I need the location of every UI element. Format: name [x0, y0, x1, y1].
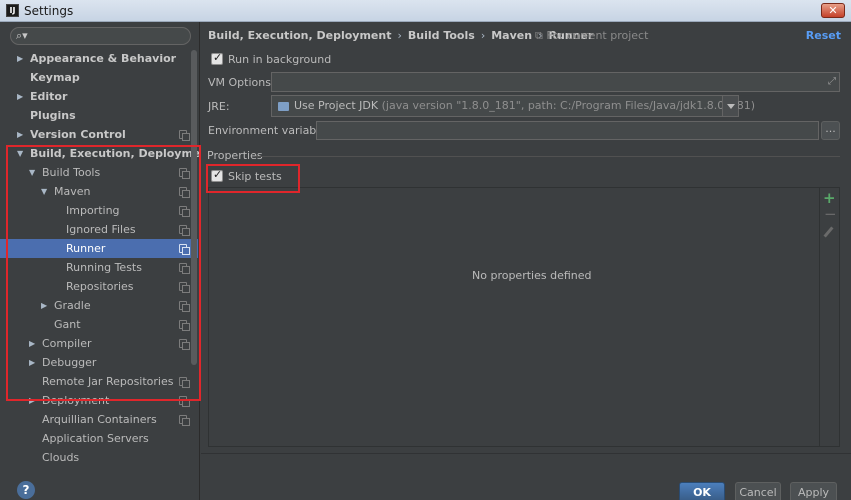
breadcrumb-item: Build Tools — [407, 29, 475, 42]
edit-icon[interactable] — [823, 226, 835, 238]
expand-icon[interactable]: ⤢ — [828, 76, 836, 87]
ok-button[interactable]: OK — [679, 482, 725, 500]
search-input[interactable] — [31, 29, 186, 43]
settings-main-panel: Build, Execution, Deployment › Build Tools… — [201, 22, 851, 500]
sidebar-item-label: Arquillian Containers — [42, 413, 157, 426]
highlight-box-skip-tests — [206, 164, 300, 193]
project-scope-icon: ⧉ — [535, 29, 547, 42]
properties-divider — [255, 156, 840, 157]
sidebar-item-label: Clouds — [42, 451, 80, 464]
jre-dropdown[interactable]: Use Project JDK (java version "1.8.0_181… — [271, 95, 755, 117]
project-scope-icon — [179, 415, 190, 426]
breadcrumb-separator: › — [480, 29, 486, 42]
remove-icon[interactable]: − — [824, 205, 837, 223]
for-current-project-note: ⧉ For current project — [535, 29, 648, 43]
sidebar-item-label: Keymap — [30, 71, 80, 84]
jre-label: JRE: — [208, 100, 230, 113]
environment-variables-field[interactable] — [316, 121, 819, 140]
breadcrumb-separator: › — [397, 29, 402, 42]
jre-sub-text: (java version "1.8.0_181", path: C:/Prog… — [378, 99, 756, 112]
properties-table[interactable]: No properties defined — [208, 187, 820, 447]
collapsed-arrow-icon[interactable]: ▶ — [17, 87, 27, 106]
jre-main-text: Use Project JDK — [294, 99, 379, 112]
for-current-project-label: For current project — [546, 29, 649, 42]
sidebar-item-version-control[interactable]: ▶ Version Control — [0, 125, 198, 144]
sidebar-item-label: Appearance & Behavior — [30, 52, 177, 65]
jre-selected-value: Use Project JDK (java version "1.8.0_181… — [294, 99, 755, 112]
properties-toolbar: + − — [820, 187, 840, 447]
collapsed-arrow-icon[interactable]: ▶ — [17, 125, 27, 144]
window-title: Settings — [24, 4, 74, 18]
sidebar-item-label: Plugins — [30, 109, 76, 122]
reset-link[interactable]: Reset — [806, 29, 841, 42]
breadcrumb-item: Build, Execution, Deployment — [208, 29, 392, 42]
sidebar-item-arquillian-containers[interactable]: Arquillian Containers — [0, 410, 198, 429]
breadcrumb-item: Maven — [491, 29, 533, 42]
sidebar-item-label: Version Control — [30, 128, 126, 141]
sidebar-item-plugins[interactable]: Plugins — [0, 106, 198, 125]
project-scope-icon — [179, 130, 190, 141]
folder-icon — [278, 102, 289, 111]
vm-options-field[interactable]: ⤢ — [271, 72, 840, 92]
sidebar-item-label: Editor — [30, 90, 68, 103]
sidebar-item-label: Application Servers — [42, 432, 149, 445]
sidebar-item-application-servers[interactable]: Application Servers — [0, 429, 198, 448]
apply-button[interactable]: Apply — [790, 482, 837, 500]
environment-variables-browse-button[interactable]: ... — [821, 121, 840, 140]
collapsed-arrow-icon[interactable]: ▶ — [17, 49, 27, 68]
help-button[interactable]: ? — [17, 481, 35, 499]
sidebar-item-editor[interactable]: ▶ Editor — [0, 87, 198, 106]
cancel-button[interactable]: Cancel — [735, 482, 781, 500]
sidebar-item-keymap[interactable]: Keymap — [0, 68, 198, 87]
sidebar-item-appearance-behavior[interactable]: ▶ Appearance & Behavior — [0, 49, 198, 68]
search-box[interactable]: ⌕▾ — [10, 27, 191, 45]
intellij-app-icon: IJ — [6, 4, 19, 17]
run-in-background-label: Run in background — [228, 53, 332, 66]
title-bar: IJ Settings ✕ — [0, 0, 851, 22]
no-properties-message: No properties defined — [472, 269, 592, 282]
search-icon: ⌕▾ — [16, 29, 28, 42]
chevron-down-icon[interactable] — [722, 96, 738, 116]
highlight-box-tree — [6, 145, 201, 401]
sidebar-item-clouds[interactable]: Clouds — [0, 448, 198, 467]
footer-divider — [201, 453, 851, 454]
vm-options-label: VM Options: — [208, 76, 275, 89]
run-in-background-checkbox[interactable] — [211, 51, 223, 65]
close-button[interactable]: ✕ — [821, 3, 845, 18]
